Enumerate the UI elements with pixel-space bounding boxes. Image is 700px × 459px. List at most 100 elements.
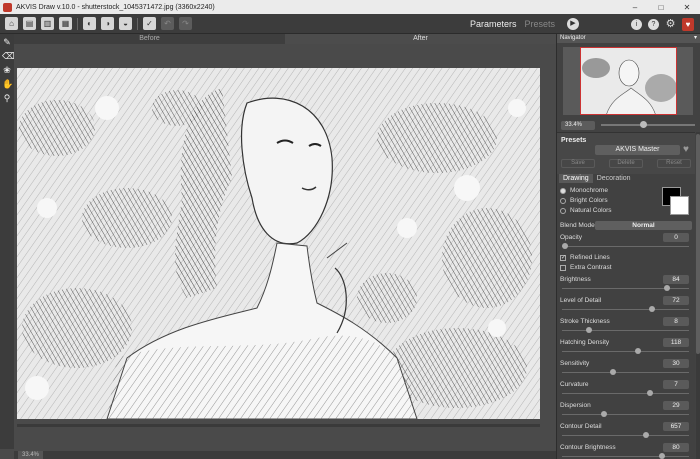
panel-scrollbar-thumb[interactable] — [696, 134, 700, 354]
tab-after[interactable]: After — [285, 34, 556, 44]
param-value[interactable]: 80 — [663, 443, 689, 452]
param-value[interactable]: 84 — [663, 275, 689, 284]
opacity-slider[interactable] — [562, 243, 689, 249]
save-strokes-icon[interactable]: ◑ — [101, 17, 114, 30]
param-value[interactable]: 8 — [663, 317, 689, 326]
navigator-thumbnail[interactable] — [563, 47, 693, 115]
param-slider-knob[interactable] — [600, 411, 607, 417]
load-strokes-icon[interactable]: ◐ — [83, 17, 96, 30]
redo-icon[interactable]: ↷ — [179, 17, 192, 30]
param-label: Level of Detail — [560, 297, 602, 304]
param-slider[interactable] — [562, 411, 689, 417]
stamp-icon[interactable]: ❀ — [2, 65, 12, 75]
horizontal-scrollbar[interactable] — [17, 424, 540, 427]
param-value[interactable]: 29 — [663, 401, 689, 410]
navigator-zoom-knob[interactable] — [640, 121, 648, 128]
favorite-heart-icon[interactable]: ♥ — [683, 144, 689, 155]
param-value[interactable]: 657 — [663, 422, 689, 431]
image-canvas[interactable] — [14, 44, 556, 451]
param-slider-knob[interactable] — [646, 390, 653, 396]
param-slider-knob[interactable] — [649, 306, 656, 312]
save-preset-button[interactable]: Save — [561, 159, 595, 168]
status-zoom[interactable]: 33.4% — [18, 451, 44, 459]
app-logo-icon — [3, 2, 12, 12]
param-slider[interactable] — [562, 453, 689, 459]
param-slider[interactable] — [562, 390, 689, 396]
param-slider-knob[interactable] — [643, 432, 650, 438]
presets-title: Presets — [561, 137, 587, 144]
tab-parameters[interactable]: Parameters — [470, 19, 517, 29]
background-color-swatch[interactable] — [670, 196, 689, 215]
param-slider-knob[interactable] — [586, 327, 593, 333]
param-slider-knob[interactable] — [610, 369, 617, 375]
param-slider[interactable] — [562, 369, 689, 375]
delete-preset-button[interactable]: Delete — [609, 159, 643, 168]
param-label: Curvature — [560, 381, 589, 388]
maximize-button[interactable]: □ — [648, 3, 674, 12]
radio-monochrome[interactable]: Monochrome — [560, 187, 608, 194]
radio-natural-colors[interactable]: Natural Colors — [560, 207, 612, 214]
batch-icon[interactable]: ◒ — [119, 17, 132, 30]
checkbox-box[interactable] — [560, 264, 566, 271]
param-label: Stroke Thickness — [560, 318, 610, 325]
home-icon[interactable]: ⌂ — [5, 17, 18, 30]
radio-dot[interactable] — [560, 207, 566, 214]
opacity-label: Opacity — [560, 234, 583, 241]
close-button[interactable]: ✕ — [674, 3, 700, 12]
radio-dot[interactable] — [560, 197, 566, 204]
param-slider-knob[interactable] — [658, 453, 665, 459]
info-icon[interactable]: i — [631, 18, 642, 30]
feedback-icon[interactable]: ♥ — [682, 17, 694, 31]
checkbox-box[interactable]: ✓ — [560, 254, 566, 261]
param-slider-knob[interactable] — [634, 348, 641, 354]
zoom-icon[interactable]: ⚲ — [2, 93, 12, 103]
param-value[interactable]: 7 — [663, 380, 689, 389]
open-file-icon[interactable]: ▤ — [23, 17, 36, 30]
panel-scrollbar[interactable] — [696, 132, 700, 459]
opacity-value[interactable]: 0 — [663, 233, 689, 242]
preset-dropdown[interactable]: AKVIS Master — [595, 145, 680, 155]
eraser-icon[interactable]: ⌫ — [2, 51, 15, 61]
navigator-zoom-select[interactable]: 33.4% — [561, 120, 595, 130]
hand-icon[interactable]: ✋ — [2, 79, 13, 89]
undo-icon[interactable]: ↶ — [161, 17, 174, 30]
param-label: Contour Brightness — [560, 444, 616, 451]
blend-mode-dropdown[interactable]: Normal — [595, 221, 692, 230]
radio-label: Monochrome — [570, 187, 608, 194]
help-icon[interactable]: ? — [648, 18, 659, 30]
run-play-icon[interactable]: ▶ — [567, 18, 579, 30]
minimize-button[interactable]: – — [622, 3, 648, 12]
param-slider[interactable] — [562, 327, 689, 333]
tab-presets[interactable]: Presets — [524, 19, 555, 29]
param-slider[interactable] — [562, 306, 689, 312]
tab-drawing[interactable]: Drawing — [559, 174, 593, 183]
collapse-icon[interactable]: ▾ — [694, 34, 697, 43]
gear-icon[interactable]: ⚙ — [665, 18, 676, 30]
param-slider[interactable] — [562, 285, 689, 291]
param-value[interactable]: 30 — [663, 359, 689, 368]
param-value[interactable]: 118 — [663, 338, 689, 347]
main-toolbar: ⌂ ▤ ▥ ▦ ◐ ◑ ◒ ✓ ↶ ↷ Parameters Presets ▶… — [0, 14, 700, 34]
radio-dot[interactable] — [560, 187, 566, 194]
pencil-icon[interactable]: ✎ — [2, 37, 12, 47]
reset-preset-button[interactable]: Reset — [657, 159, 691, 168]
navigator-preview — [580, 47, 677, 115]
status-bar: 33.4% — [14, 451, 556, 459]
param-slider[interactable] — [562, 348, 689, 354]
save-file-icon[interactable]: ▥ — [41, 17, 54, 30]
blend-mode-label: Blend Mode — [560, 222, 595, 229]
checkbox-label: Extra Contrast — [570, 264, 612, 271]
tab-decoration[interactable]: Decoration — [593, 174, 635, 183]
preferences-check-icon[interactable]: ✓ — [143, 17, 156, 30]
tab-before[interactable]: Before — [14, 34, 285, 44]
print-icon[interactable]: ▦ — [59, 17, 72, 30]
param-value[interactable]: 72 — [663, 296, 689, 305]
refined-lines-checkbox[interactable]: ✓ Refined Lines — [560, 254, 610, 261]
param-slider-knob[interactable] — [663, 285, 670, 291]
extra-contrast-checkbox[interactable]: Extra Contrast — [560, 264, 612, 271]
opacity-knob[interactable] — [562, 243, 568, 249]
param-label: Brightness — [560, 276, 591, 283]
radio-bright-colors[interactable]: Bright Colors — [560, 197, 608, 204]
param-slider[interactable] — [562, 432, 689, 438]
navigator-zoom-slider[interactable] — [601, 121, 695, 128]
